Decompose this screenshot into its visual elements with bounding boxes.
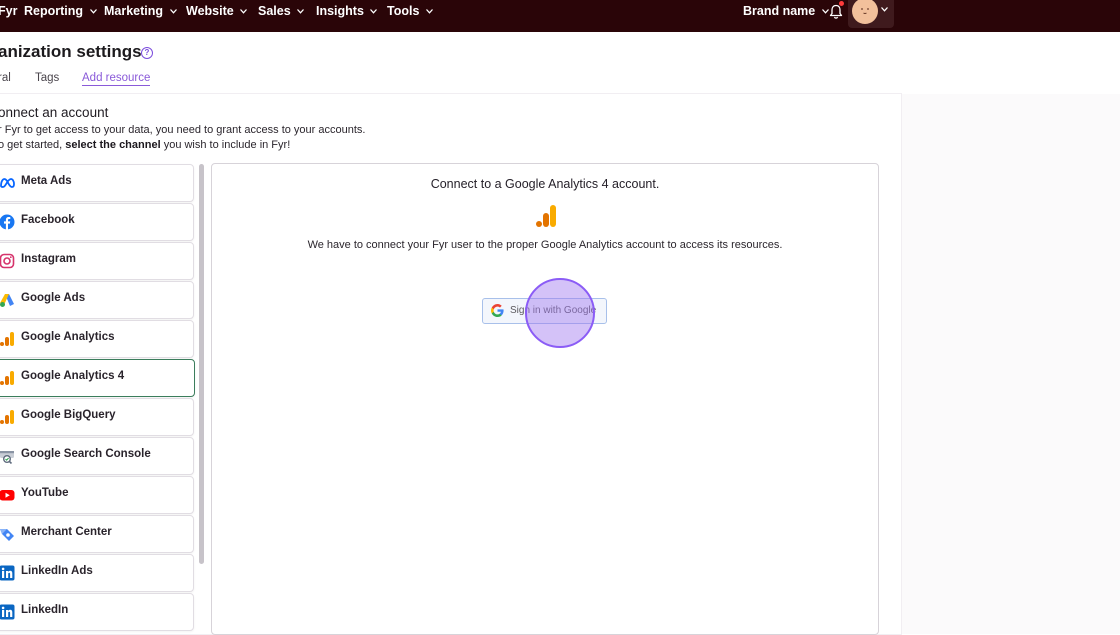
channel-linkedin-ads[interactable]: LinkedIn Ads xyxy=(0,554,194,592)
channel-merchant-center[interactable]: Merchant Center xyxy=(0,515,194,553)
google-analytics-icon xyxy=(0,371,14,385)
nav-label: Tools xyxy=(387,4,420,18)
channel-label: Merchant Center xyxy=(21,526,112,538)
google-bigquery-icon xyxy=(0,410,14,424)
meta-icon xyxy=(0,178,15,188)
channel-instagram[interactable]: Instagram xyxy=(0,242,194,280)
google-analytics-icon xyxy=(536,205,556,227)
nav-website[interactable]: Website xyxy=(186,0,248,22)
brand-selector-label: Brand name xyxy=(743,4,816,18)
chevron-down-icon xyxy=(89,9,97,14)
instruction-text: o get started, xyxy=(0,139,66,151)
google-search-console-icon xyxy=(0,451,14,464)
chevron-down-icon xyxy=(881,7,888,12)
linkedin-icon xyxy=(0,565,15,581)
nav-sales[interactable]: Sales xyxy=(258,0,305,22)
page-title: anization settings xyxy=(0,42,142,61)
channel-label: Facebook xyxy=(21,214,75,226)
channel-linkedin[interactable]: LinkedIn xyxy=(0,593,194,631)
chevron-down-icon xyxy=(425,9,433,14)
channel-label: Google Ads xyxy=(21,292,86,304)
channel-label: Google Analytics 4 xyxy=(21,370,125,382)
nav-reporting[interactable]: Reporting xyxy=(24,0,97,22)
user-menu[interactable] xyxy=(848,0,894,28)
tab-general[interactable]: ral xyxy=(0,72,11,84)
avatar-face-icon xyxy=(861,8,869,14)
nav-label: Reporting xyxy=(24,4,84,18)
google-ads-icon xyxy=(0,294,14,307)
nav-marketing[interactable]: Marketing xyxy=(104,0,177,22)
page-background xyxy=(902,94,1120,634)
help-icon[interactable]: ? xyxy=(141,47,153,59)
chevron-down-icon xyxy=(370,9,378,14)
instruction-text: you wish to include in Fyr! xyxy=(160,139,291,151)
tab-add-resource[interactable]: Add resource xyxy=(82,72,151,86)
channel-label: Google BigQuery xyxy=(21,409,116,421)
merchant-center-icon xyxy=(0,529,14,541)
channel-label: LinkedIn Ads xyxy=(21,565,93,577)
channel-label: Google Search Console xyxy=(21,448,151,460)
channel-facebook[interactable]: Facebook xyxy=(0,203,194,241)
channel-list-scrollbar[interactable] xyxy=(199,164,204,564)
top-navigation: Fyr Reporting Marketing Website Sales In… xyxy=(0,0,1120,32)
connect-instruction: o get started, select the channel you wi… xyxy=(0,139,290,151)
chevron-down-icon xyxy=(240,9,248,14)
detail-description: We have to connect your Fyr user to the … xyxy=(307,239,783,251)
channel-google-bigquery[interactable]: Google BigQuery xyxy=(0,398,194,436)
nav-label: Website xyxy=(186,4,234,18)
nav-label: Sales xyxy=(258,4,291,18)
channel-label: Google Analytics xyxy=(21,331,115,343)
nav-label: Marketing xyxy=(104,4,164,18)
channel-label: LinkedIn xyxy=(21,604,69,616)
brand-selector[interactable]: Brand name xyxy=(743,0,829,22)
google-analytics-icon xyxy=(0,332,14,346)
channel-google-ads[interactable]: Google Ads xyxy=(0,281,194,319)
connect-title: onnect an account xyxy=(0,105,109,120)
youtube-icon xyxy=(0,490,15,501)
channel-google-search-console[interactable]: Google Search Console xyxy=(0,437,194,475)
instruction-emphasis: select the channel xyxy=(65,139,161,151)
detail-title: Connect to a Google Analytics 4 account. xyxy=(430,177,660,191)
bell-icon[interactable] xyxy=(828,4,844,20)
nav-tools[interactable]: Tools xyxy=(387,0,433,22)
channel-detail-card xyxy=(211,163,879,635)
avatar xyxy=(852,0,878,24)
facebook-icon xyxy=(0,214,15,230)
connect-description: r Fyr to get access to your data, you ne… xyxy=(0,124,366,136)
channel-google-analytics-4[interactable]: Google Analytics 4 xyxy=(0,359,195,397)
chevron-down-icon xyxy=(169,9,177,14)
brand-logo[interactable]: Fyr xyxy=(0,0,17,22)
channel-label: Meta Ads xyxy=(21,175,72,187)
channel-youtube[interactable]: YouTube xyxy=(0,476,194,514)
tab-tags[interactable]: Tags xyxy=(35,72,59,84)
google-g-icon xyxy=(491,304,504,317)
channel-label: Instagram xyxy=(21,253,76,265)
click-indicator xyxy=(525,278,595,348)
linkedin-icon xyxy=(0,604,15,620)
nav-insights[interactable]: Insights xyxy=(316,0,378,22)
nav-label: Insights xyxy=(316,4,364,18)
channel-google-analytics[interactable]: Google Analytics xyxy=(0,320,194,358)
instagram-icon xyxy=(0,253,15,269)
notification-dot xyxy=(839,1,844,6)
chevron-down-icon xyxy=(297,9,305,14)
channel-label: YouTube xyxy=(21,487,69,499)
channel-meta-ads[interactable]: Meta Ads xyxy=(0,164,194,202)
